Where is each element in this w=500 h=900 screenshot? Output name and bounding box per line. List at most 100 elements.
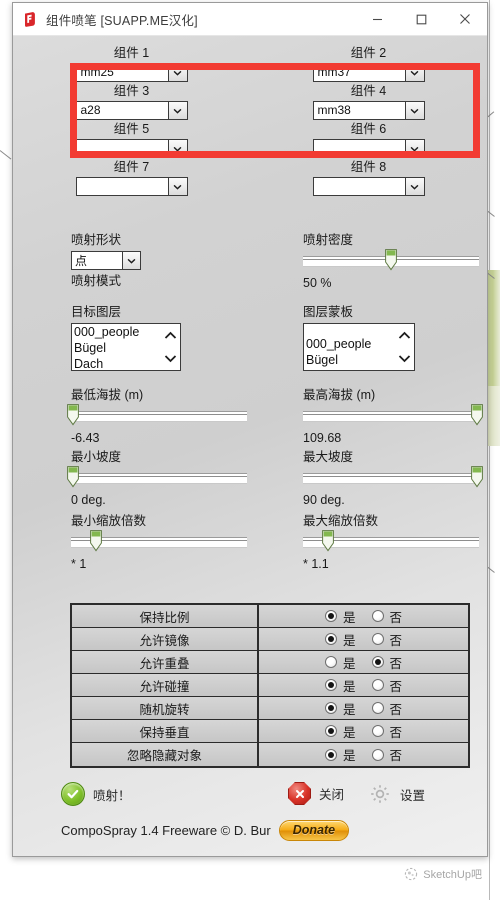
min-elevation-value: -6.43 [71,431,100,445]
spray-button[interactable]: 喷射！ [61,782,131,806]
slider-track [303,411,479,422]
component-slot-1-label: 组件 1 [113,46,150,60]
chevron-down-icon[interactable] [167,64,187,81]
component-slot-6-dropdown[interactable] [312,139,425,158]
max-scale-slider[interactable] [303,530,479,554]
slider-thumb[interactable] [66,404,79,426]
option-label: 允许碰撞 [72,674,259,696]
table-row: 随机旋转 是 否 [72,697,468,720]
spray-density-group: 喷射密度 50 % [303,232,487,291]
radio-yes[interactable] [324,725,337,737]
radio-yes[interactable] [324,610,337,622]
table-row: 保持比例 是 否 [72,605,468,628]
max-scale-value: * 1.1 [303,557,329,571]
chevron-up-icon [398,331,410,339]
layer-mask-scrollbar[interactable] [394,324,414,370]
component-row-4: 组件 7 组件 8 [13,158,487,196]
component-slot-4-dropdown[interactable]: mm38 [312,101,425,120]
slider-thumb[interactable] [385,249,397,271]
radio-yes[interactable] [324,748,337,761]
component-slot-6: 组件 6 [250,120,487,158]
slider-line [303,476,479,477]
spray-density-slider[interactable] [303,249,479,273]
component-slot-4: 组件 4 mm38 [250,82,487,120]
settings-button[interactable]: 设置 [368,782,425,806]
radio-yes[interactable] [324,633,337,645]
chevron-down-icon[interactable] [122,252,140,269]
radio-no[interactable] [371,725,384,737]
radio-no-label: 否 [389,656,403,671]
min-scale-label: 最小缩放倍数 [71,514,147,528]
radio-no[interactable] [371,748,384,761]
table-row: 允许碰撞 是 否 [72,674,468,697]
chevron-down-icon[interactable] [167,102,187,119]
app-icon [22,11,38,27]
table-row: 忽略隐藏对象 是 否 [72,743,468,766]
radio-no[interactable] [371,702,384,714]
component-slot-5-dropdown[interactable] [75,139,188,158]
credit-row: CompoSpray 1.4 Freeware © D. Bur Donate [61,820,350,841]
donate-button[interactable]: Donate [278,820,350,841]
spray-shape-dropdown[interactable]: 点 [71,251,141,270]
chevron-down-icon[interactable] [167,140,187,157]
options-table: 保持比例 是 否 允许镜像 是 否 允许重叠 是 否 允许碰撞 是 否 随机旋转… [70,603,470,768]
radio-no-label: 否 [389,725,403,740]
spray-density-label: 喷射密度 [303,233,354,247]
slider-thumb[interactable] [471,404,484,426]
component-slot-1: 组件 1 mm25 [13,44,250,82]
minimize-button[interactable] [355,3,399,35]
component-slots-grid: 组件 1 mm25 组件 2 mm37 组件 3 a28 组件 4 mm38 组… [13,44,487,196]
radio-yes[interactable] [324,679,337,691]
min-elevation-label: 最低海拔 (m) [71,388,144,402]
min-slope-value: 0 deg. [71,493,106,507]
layer-mask-listbox[interactable]: 000_people Bügel [303,323,415,371]
slider-thumb[interactable] [89,530,102,552]
min-slope-label: 最小坡度 [71,450,122,464]
radio-no[interactable] [371,610,384,622]
window-controls [355,3,487,35]
table-row: 允许镜像 是 否 [72,628,468,651]
target-layer-listbox[interactable]: 000_people Bügel Dach [71,323,181,371]
component-slot-8-dropdown[interactable] [312,177,425,196]
chevron-down-icon[interactable] [404,178,424,195]
radio-yes-label: 是 [342,656,356,671]
component-slot-5: 组件 5 [13,120,250,158]
component-slot-2-dropdown[interactable]: mm37 [312,63,425,82]
slider-thumb[interactable] [471,466,484,488]
option-value-cell: 是 否 [259,720,468,742]
min-slope-slider[interactable] [66,466,247,490]
close-action-button[interactable]: 关闭 [288,782,344,805]
radio-no[interactable] [371,679,384,691]
component-slot-7-dropdown[interactable] [75,177,188,196]
chevron-down-icon[interactable] [167,178,187,195]
compospray-window: 组件喷笔 [SUAPP.ME汉化] 组件 1 mm25 组件 2 mm37 组件… [12,2,488,857]
chevron-down-icon[interactable] [404,140,424,157]
component-slot-2-value: mm37 [317,65,351,79]
component-slot-2: 组件 2 mm37 [250,44,487,82]
component-slot-3-dropdown[interactable]: a28 [75,101,188,120]
radio-yes[interactable] [324,656,337,668]
radio-yes-label: 是 [342,610,356,625]
action-buttons-row: 喷射！ 关闭 设置 [13,778,487,814]
close-button[interactable] [443,3,487,35]
spray-density-value: 50 % [303,276,332,290]
radio-no[interactable] [371,656,384,668]
radio-no[interactable] [371,633,384,645]
radio-yes[interactable] [324,702,337,714]
min-elevation-slider[interactable] [66,404,247,428]
target-layer-scrollbar[interactable] [160,324,180,370]
max-elevation-slider[interactable] [303,404,484,428]
spray-button-label: 喷射！ [93,788,131,803]
chevron-down-icon[interactable] [404,64,424,81]
max-slope-slider[interactable] [303,466,484,490]
min-scale-slider[interactable] [71,530,247,554]
watermark: SketchUp吧 [404,866,482,882]
slider-track [71,411,247,422]
chevron-down-icon[interactable] [404,102,424,119]
maximize-button[interactable] [399,3,443,35]
slider-thumb[interactable] [321,530,334,552]
slider-thumb[interactable] [66,466,79,488]
component-slot-1-dropdown[interactable]: mm25 [75,63,188,82]
settings-button-label: 设置 [400,788,426,803]
option-label: 允许镜像 [72,628,259,650]
